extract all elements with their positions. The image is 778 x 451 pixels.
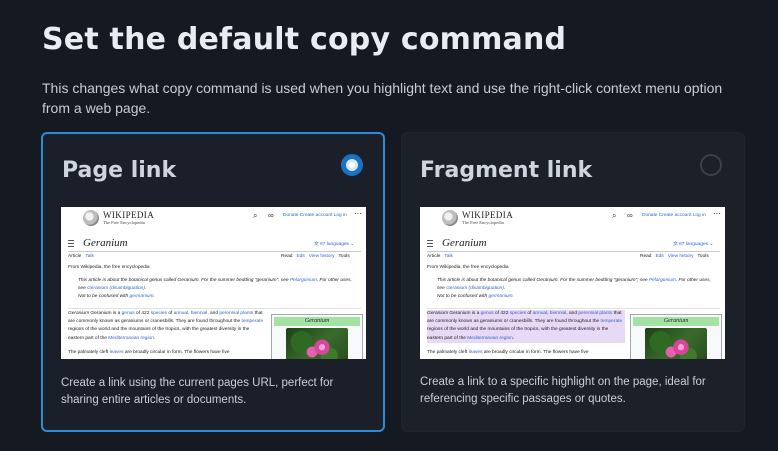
flower-image	[645, 328, 707, 359]
flower-image	[286, 328, 348, 359]
option-title: Page link	[62, 158, 177, 183]
preview-from-line: From Wikipedia, the free encyclopedia	[68, 265, 150, 270]
glasses-icon: ∞	[627, 211, 633, 220]
option-card-page-link[interactable]: Page link WIKIPEDIA The Free Encyclopedi…	[41, 132, 385, 432]
preview-from-line: From Wikipedia, the free encyclopedia	[427, 265, 509, 270]
preview-tabs-right: Read Edit View history Tools	[640, 254, 709, 259]
preview-languages: 文 67 languages ⌄	[673, 242, 714, 247]
preview-tagline: The Free Encyclopedia	[462, 220, 504, 225]
preview-header-links: Donate Create account Log in	[283, 213, 347, 218]
preview-paragraph: Geranium Geranium is a genus of 422 spec…	[68, 311, 264, 341]
preview-paragraph-2: The palmately cleft leaves are broadly c…	[68, 350, 230, 355]
preview-tabs-left: Article Talk	[68, 254, 94, 259]
preview-hatnote: This article is about the botanical genu…	[437, 278, 711, 300]
search-icon: ⌕	[253, 211, 258, 220]
preview-wordmark: WIKIPEDIA	[103, 210, 155, 220]
preview-tabs-right: Read Edit View history Tools	[281, 254, 350, 259]
preview-infobox: Geranium	[630, 314, 722, 359]
hamburger-menu-icon	[427, 240, 433, 247]
radio-button-unselected[interactable]	[700, 154, 722, 176]
preview-article-title: Geranium	[442, 237, 487, 249]
preview-languages: 文 67 languages ⌄	[314, 242, 355, 247]
preview-infobox: Geranium	[271, 314, 363, 359]
preview-tabs-left: Article Talk	[427, 254, 453, 259]
option-card-fragment-link[interactable]: Fragment link WIKIPEDIA The Free Encyclo…	[401, 132, 745, 432]
wikipedia-globe-icon	[442, 210, 458, 226]
option-description: Create a link to a specific highlight on…	[420, 376, 706, 405]
page-subtitle: This changes what copy command is used w…	[42, 80, 723, 116]
preview-header-links: Donate Create account Log in	[642, 213, 706, 218]
page-title: Set the default copy command	[42, 22, 567, 57]
preview-hatnote: This article is about the botanical genu…	[78, 278, 352, 300]
preview-article-title: Geranium	[83, 237, 128, 249]
preview-tagline: The Free Encyclopedia	[103, 220, 145, 225]
preview-paragraph-2: The palmately cleft leaves are broadly c…	[427, 350, 589, 355]
wikipedia-globe-icon	[83, 210, 99, 226]
preview-image: WIKIPEDIA The Free Encyclopedia ⌕ ∞ Dona…	[420, 207, 725, 359]
preview-paragraph-highlighted: Geranium Geranium is a genus of 422 spec…	[427, 310, 625, 343]
hamburger-menu-icon	[68, 240, 74, 247]
option-description: Create a link using the current pages UR…	[61, 377, 334, 406]
more-icon: ⋯	[713, 209, 721, 218]
search-icon: ⌕	[612, 211, 617, 220]
glasses-icon: ∞	[268, 211, 274, 220]
preview-wordmark: WIKIPEDIA	[462, 210, 514, 220]
preview-image: WIKIPEDIA The Free Encyclopedia ⌕ ∞ Dona…	[61, 207, 366, 359]
radio-button-selected[interactable]	[341, 154, 363, 176]
more-icon: ⋯	[354, 209, 362, 218]
option-title: Fragment link	[420, 158, 593, 183]
